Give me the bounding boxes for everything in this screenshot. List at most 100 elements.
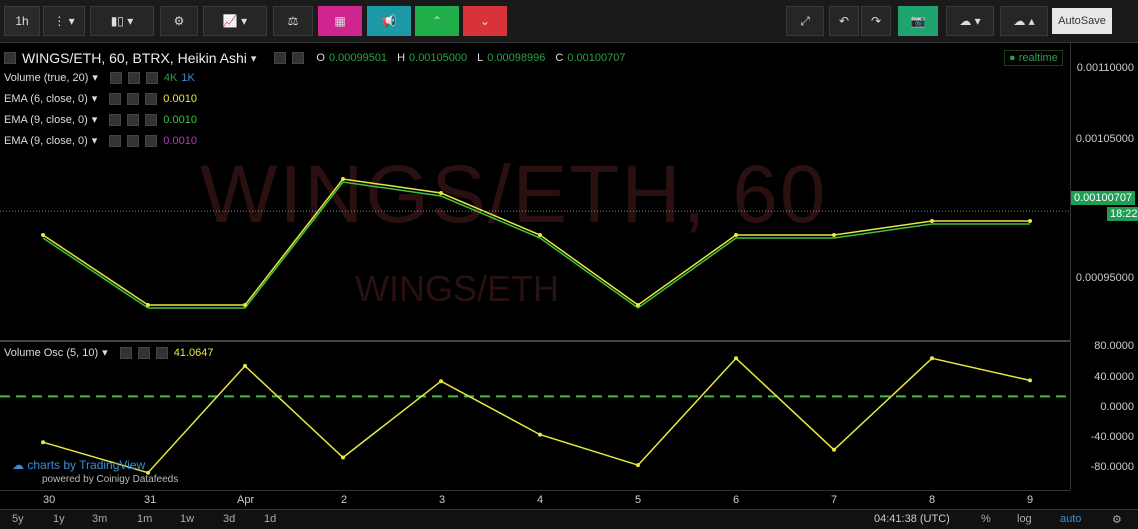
eye-icon[interactable] xyxy=(109,134,122,147)
symbol-menu-icon[interactable]: ▾ xyxy=(251,52,257,65)
close-label: C xyxy=(555,52,564,64)
redo-icon[interactable]: ↷ xyxy=(861,6,891,36)
cube-icon[interactable]: ▦ xyxy=(318,6,362,36)
vosc-label[interactable]: Volume Osc (5, 10) xyxy=(4,347,98,359)
ema-point xyxy=(1028,219,1032,223)
current-price-tag: 0.00100707 xyxy=(1071,191,1136,205)
low-value: 0.00098996 xyxy=(487,52,546,64)
chevron-up-icon[interactable]: ⌃ xyxy=(415,6,459,36)
auto-toggle[interactable]: auto xyxy=(1060,513,1081,525)
ema-point xyxy=(146,303,150,307)
bottom-bar: 5y 1y 3m 1m 1w 3d 1d 04:41:38 (UTC) % lo… xyxy=(0,509,1138,529)
gear-icon[interactable] xyxy=(137,346,150,359)
close-value: 0.00100707 xyxy=(567,52,626,64)
price-scale[interactable]: 0.00110000 0.00105000 0.00095000 0.00100… xyxy=(1070,43,1138,490)
x-tick: 6 xyxy=(733,494,740,506)
price-tick: 0.00110000 xyxy=(1076,62,1134,74)
ema2-menu-icon[interactable]: ▾ xyxy=(92,113,98,126)
close-icon[interactable] xyxy=(155,346,168,359)
open-value: 0.00099501 xyxy=(328,52,388,64)
autosave-button[interactable]: AutoSave xyxy=(1052,8,1112,34)
ema2-legend: EMA (9, close, 0) ▾ 0.0010 xyxy=(4,113,197,126)
ema3-label[interactable]: EMA (9, close, 0) xyxy=(4,135,88,147)
cloud-download-icon[interactable]: ☁ ▾ xyxy=(946,6,994,36)
close-icon[interactable] xyxy=(145,134,158,147)
volume-menu-icon[interactable]: ▾ xyxy=(92,71,98,84)
percent-toggle[interactable]: % xyxy=(981,513,991,525)
open-label: O xyxy=(316,52,325,64)
gear-icon[interactable] xyxy=(127,92,140,105)
tradingview-brand[interactable]: ☁ charts by TradingView xyxy=(12,458,145,472)
ema-point xyxy=(41,233,45,237)
volume-label[interactable]: Volume (true, 20) xyxy=(4,72,88,84)
gear-icon[interactable] xyxy=(127,113,140,126)
ema-point xyxy=(439,191,443,195)
interval-menu-icon[interactable]: ⋮ ▾ xyxy=(43,6,85,36)
x-tick: 30 xyxy=(43,494,56,506)
volume-legend: Volume (true, 20) ▾ 4K 1K xyxy=(4,71,195,84)
symbol-legend: WINGS/ETH, 60, BTRX, Heikin Ashi ▾ O 0.000… xyxy=(4,50,625,66)
brand-line-1: charts by TradingView xyxy=(27,458,146,472)
ema3-legend: EMA (9, close, 0) ▾ 0.0010 xyxy=(4,134,197,147)
x-tick: 31 xyxy=(144,494,157,506)
realtime-label: realtime xyxy=(1018,52,1058,64)
eye-icon[interactable] xyxy=(109,71,122,84)
osc-point xyxy=(243,363,247,368)
interval-button[interactable]: 1h xyxy=(4,6,40,36)
range-3m[interactable]: 3m xyxy=(92,513,107,525)
chevron-down-icon[interactable]: ⌄ xyxy=(463,6,507,36)
range-3d[interactable]: 3d xyxy=(223,513,235,525)
candle-style-icon[interactable]: ▮▯ ▾ xyxy=(90,6,154,36)
gear-icon[interactable] xyxy=(127,71,140,84)
low-label: L xyxy=(477,52,484,64)
ema2-label[interactable]: EMA (9, close, 0) xyxy=(4,114,88,126)
fullscreen-icon[interactable]: ⤢ xyxy=(786,6,824,36)
osc-point xyxy=(341,455,345,460)
range-5y[interactable]: 5y xyxy=(12,513,24,525)
symbol-title[interactable]: WINGS/ETH, 60, BTRX, Heikin Ashi xyxy=(22,50,247,66)
clock-time: 04:41:38 (UTC) xyxy=(874,513,950,525)
ema1-label[interactable]: EMA (6, close, 0) xyxy=(4,93,88,105)
eye-icon[interactable] xyxy=(109,92,122,105)
close-icon[interactable] xyxy=(145,113,158,126)
settings-gear-icon[interactable]: ⚙ xyxy=(1112,513,1122,526)
ema-point xyxy=(538,233,542,237)
cloud-upload-icon[interactable]: ☁ ▴ xyxy=(1000,6,1048,36)
settings-gear-icon[interactable]: ⚙ xyxy=(160,6,198,36)
compare-scale-icon[interactable]: ⚖ xyxy=(273,6,313,36)
ema2-value: 0.0010 xyxy=(163,113,197,126)
eye-icon[interactable] xyxy=(274,52,287,64)
eye-icon[interactable] xyxy=(119,346,132,359)
x-tick: 2 xyxy=(341,494,348,506)
osc-point xyxy=(930,356,934,361)
tradingview-logo-icon: ☁ xyxy=(12,458,24,472)
indicators-icon[interactable]: 📈 ▾ xyxy=(203,6,267,36)
osc-tick: 40.0000 xyxy=(1094,371,1134,383)
osc-point xyxy=(538,432,542,437)
log-toggle[interactable]: log xyxy=(1017,513,1032,525)
osc-tick: 0.0000 xyxy=(1100,401,1134,413)
ema3-menu-icon[interactable]: ▾ xyxy=(92,134,98,147)
range-1w[interactable]: 1w xyxy=(180,513,194,525)
price-tick: 0.00095000 xyxy=(1075,272,1134,284)
vosc-menu-icon[interactable]: ▾ xyxy=(102,346,108,359)
price-chart-svg xyxy=(0,177,1070,475)
time-axis[interactable]: 30 31 Apr 2 3 4 5 6 7 8 9 xyxy=(0,490,1070,509)
gear-icon[interactable] xyxy=(127,134,140,147)
undo-icon[interactable]: ↶ xyxy=(829,6,859,36)
range-1m[interactable]: 1m xyxy=(137,513,152,525)
range-1y[interactable]: 1y xyxy=(53,513,65,525)
chart-area[interactable]: WINGS/ETH, 60 WINGS/ETH xyxy=(0,43,1070,490)
eye-icon[interactable] xyxy=(109,113,122,126)
close-icon[interactable] xyxy=(145,92,158,105)
ema1-menu-icon[interactable]: ▾ xyxy=(92,92,98,105)
collapse-icon[interactable] xyxy=(4,52,16,64)
gear-icon[interactable] xyxy=(292,52,305,64)
ema-point xyxy=(930,219,934,223)
camera-icon[interactable]: 📷 xyxy=(898,6,938,36)
range-1d[interactable]: 1d xyxy=(264,513,276,525)
osc-point xyxy=(439,379,443,384)
megaphone-icon[interactable]: 📢 xyxy=(367,6,411,36)
close-icon[interactable] xyxy=(145,71,158,84)
x-tick: 9 xyxy=(1027,494,1034,506)
